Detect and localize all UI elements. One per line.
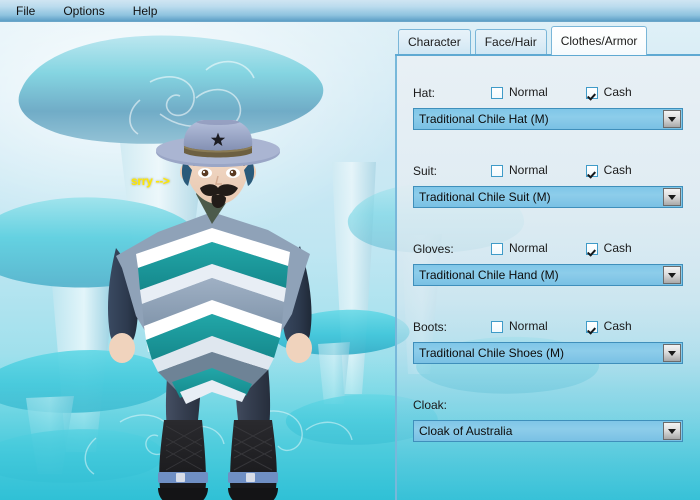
equipment-row-boots: Boots: Normal Cash Traditional Chile Sho… [413,320,685,364]
gloves-cash-label: Cash [603,241,632,255]
suit-dropdown[interactable]: Traditional Chile Suit (M) [413,186,683,208]
hat-checkbox-group: Normal Cash [491,86,632,99]
suit-checkbox-group: Normal Cash [491,164,632,177]
checkbox-checked-icon [585,86,598,99]
chevron-down-icon[interactable] [663,188,681,206]
tab-panel-content: Hat: Normal Cash Traditional Chile Hat (… [395,56,700,500]
hat-cash-checkbox[interactable]: Cash [585,85,632,99]
gloves-cash-checkbox[interactable]: Cash [585,241,632,255]
application-window: File Options Help srry --> Character Fac… [0,0,700,500]
gloves-checkbox-group: Normal Cash [491,242,632,255]
chevron-down-icon[interactable] [663,422,681,440]
equipment-row-suit: Suit: Normal Cash Traditional Chile Suit… [413,164,685,208]
chevron-down-icon[interactable] [663,110,681,128]
tab-clothes-armor[interactable]: Clothes/Armor [550,26,648,55]
gloves-normal-label: Normal [509,241,548,255]
checkbox-checked-icon [585,164,598,177]
hat-cash-label: Cash [603,85,632,99]
tab-strip: Character Face/Hair Clothes/Armor [395,26,700,55]
boots-normal-checkbox[interactable]: Normal [491,320,548,333]
cloak-dropdown-value: Cloak of Australia [419,424,513,438]
checkbox-icon [491,320,503,333]
hat-dropdown-value: Traditional Chile Hat (M) [419,112,549,126]
gloves-dropdown[interactable]: Traditional Chile Hand (M) [413,264,683,286]
checkbox-checked-icon [585,320,598,333]
tab-character[interactable]: Character [398,29,471,55]
gloves-dropdown-value: Traditional Chile Hand (M) [419,268,559,282]
menu-bar: File Options Help [0,0,700,22]
chevron-down-icon[interactable] [663,344,681,362]
cloak-label: Cloak: [413,398,448,412]
suit-cash-label: Cash [603,163,632,177]
boots-cash-label: Cash [603,319,632,333]
equipment-row-cloak: Cloak: Cloak of Australia [413,398,685,442]
boots-dropdown[interactable]: Traditional Chile Shoes (M) [413,342,683,364]
checkbox-icon [491,86,503,99]
boots-normal-label: Normal [509,319,548,333]
cloak-dropdown[interactable]: Cloak of Australia [413,420,683,442]
menu-item-help[interactable]: Help [121,1,170,21]
tab-face-hair[interactable]: Face/Hair [474,29,547,55]
hat-normal-checkbox[interactable]: Normal [491,86,548,99]
checkbox-icon [491,242,503,255]
boots-dropdown-value: Traditional Chile Shoes (M) [419,346,564,360]
equipment-row-hat: Hat: Normal Cash Traditional Chile Hat (… [413,86,685,130]
options-panel: Character Face/Hair Clothes/Armor Hat: N… [395,22,700,500]
boots-checkbox-group: Normal Cash [491,320,632,333]
suit-dropdown-value: Traditional Chile Suit (M) [419,190,551,204]
gloves-normal-checkbox[interactable]: Normal [491,242,548,255]
suit-normal-label: Normal [509,163,548,177]
suit-cash-checkbox[interactable]: Cash [585,163,632,177]
checkbox-checked-icon [585,242,598,255]
equipment-row-gloves: Gloves: Normal Cash Traditional Chile Ha… [413,242,685,286]
menu-item-file[interactable]: File [4,1,47,21]
suit-normal-checkbox[interactable]: Normal [491,164,548,177]
hat-normal-label: Normal [509,85,548,99]
checkbox-icon [491,164,503,177]
hat-dropdown[interactable]: Traditional Chile Hat (M) [413,108,683,130]
scene-annotation-text: srry --> [131,174,170,188]
chevron-down-icon[interactable] [663,266,681,284]
boots-cash-checkbox[interactable]: Cash [585,319,632,333]
menu-item-options[interactable]: Options [51,1,116,21]
